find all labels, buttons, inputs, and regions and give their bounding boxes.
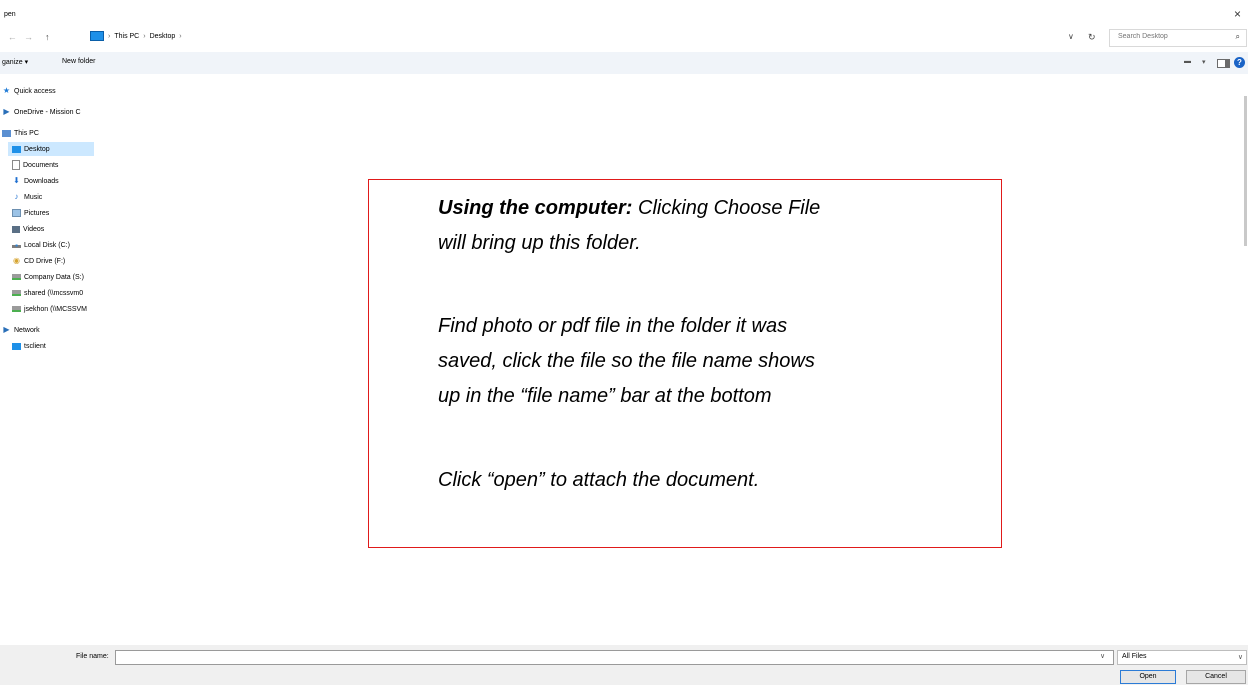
callout-lead: Using the computer: xyxy=(438,197,633,219)
file-type-value: All Files xyxy=(1122,653,1147,660)
desktop-icon xyxy=(12,145,21,153)
bottom-bar: File name: ∨ All Files ∨ Open Cancel xyxy=(0,645,1248,685)
breadcrumb-this-pc[interactable]: This PC xyxy=(114,33,139,40)
sidebar-item-quick-access[interactable]: ★ Quick access xyxy=(2,84,98,98)
sidebar-item-videos[interactable]: Videos xyxy=(12,222,108,236)
sidebar-item-label: Local Disk (C:) xyxy=(24,241,70,249)
forward-icon[interactable]: → xyxy=(24,32,33,42)
sidebar-item-label: Desktop xyxy=(24,145,50,153)
callout-lead-rest: Clicking Choose File xyxy=(632,197,821,219)
sidebar-item-local-disk[interactable]: ▪ Local Disk (C:) xyxy=(12,238,108,252)
cancel-button[interactable]: Cancel xyxy=(1186,670,1246,684)
pc-icon xyxy=(2,129,11,137)
pc-icon xyxy=(90,31,104,41)
sidebar-item-company-data[interactable]: Company Data (S:) xyxy=(12,270,108,284)
callout-p2-line-2: saved, click the file so the file name s… xyxy=(438,350,815,372)
organize-button[interactable]: ganize ▾ xyxy=(2,58,28,66)
sidebar-item-label: Company Data (S:) xyxy=(24,273,84,281)
callout-line-1: Using the computer: Clicking Choose File xyxy=(438,193,998,223)
local-disk-icon: ▪ xyxy=(12,242,21,250)
sidebar-item-label: jsekhon (\\MCSSVM xyxy=(24,305,88,313)
sidebar-item-label: Pictures xyxy=(24,209,50,217)
file-type-select[interactable]: All Files ∨ xyxy=(1117,650,1247,665)
sidebar-item-label: Music xyxy=(24,193,43,201)
pictures-icon xyxy=(12,209,21,217)
sidebar-item-documents[interactable]: Documents xyxy=(12,158,108,172)
music-icon: ♪ xyxy=(14,192,19,201)
sidebar-item-label: shared (\\mcssvm0 xyxy=(24,289,84,297)
documents-icon xyxy=(12,160,20,170)
breadcrumb-separator: › xyxy=(108,32,111,40)
sidebar-item-onedrive[interactable]: ▶ OneDrive - Mission C xyxy=(2,105,98,119)
sidebar-item-label: Videos xyxy=(23,225,45,233)
network-drive-icon xyxy=(12,290,21,296)
file-name-dropdown-icon[interactable]: ∨ xyxy=(1100,652,1105,660)
onedrive-icon: ▶ xyxy=(3,107,10,116)
sidebar-item-jsekhon[interactable]: jsekhon (\\MCSSVM xyxy=(12,302,108,316)
downloads-icon: ⬇ xyxy=(13,176,20,185)
tsclient-icon xyxy=(12,342,21,350)
view-dropdown-icon[interactable]: ▾ xyxy=(1202,58,1206,66)
file-name-label: File name: xyxy=(76,653,109,660)
sidebar-item-label: Network xyxy=(14,326,40,334)
sidebar-item-music[interactable]: ♪ Music xyxy=(12,190,108,204)
search-box[interactable]: ⌕ xyxy=(1109,29,1247,47)
scrollbar-thumb[interactable] xyxy=(1244,96,1247,246)
command-bar: ganize ▾ New folder ▬ ▾ ? xyxy=(0,52,1248,74)
sidebar-item-label: This PC xyxy=(14,129,39,137)
videos-icon xyxy=(12,225,20,233)
up-icon[interactable]: ↑ xyxy=(45,32,50,42)
sidebar-item-desktop[interactable]: Desktop xyxy=(8,142,94,156)
callout-p2-line-1: Find photo or pdf file in the folder it … xyxy=(438,315,788,337)
new-folder-button[interactable]: New folder xyxy=(62,58,95,65)
sidebar-item-tsclient[interactable]: tsclient xyxy=(12,339,108,353)
address-dropdown-icon[interactable]: ∨ xyxy=(1068,32,1074,41)
callout-p3: Click “open” to attach the document. xyxy=(438,469,760,491)
sidebar-item-label: OneDrive - Mission C xyxy=(14,108,81,116)
close-icon[interactable]: × xyxy=(1234,7,1241,21)
cd-drive-icon: ◉ xyxy=(13,256,20,265)
sidebar-item-pictures[interactable]: Pictures xyxy=(12,206,108,220)
star-icon: ★ xyxy=(2,86,11,95)
search-icon[interactable]: ⌕ xyxy=(1236,32,1240,42)
sidebar-item-cd-drive[interactable]: ◉ CD Drive (F:) xyxy=(12,254,108,268)
sidebar-item-network[interactable]: ▶ Network xyxy=(2,323,98,337)
breadcrumb-desktop[interactable]: Desktop xyxy=(150,33,176,40)
sidebar-item-label: Quick access xyxy=(14,87,56,95)
callout-line-2: will bring up this folder. xyxy=(438,232,641,254)
open-button[interactable]: Open xyxy=(1120,670,1176,684)
sidebar-item-label: Downloads xyxy=(24,177,59,185)
breadcrumb-separator[interactable]: › xyxy=(179,33,181,40)
help-icon[interactable]: ? xyxy=(1234,57,1245,68)
refresh-icon[interactable]: ↻ xyxy=(1088,32,1096,43)
sidebar-item-label: tsclient xyxy=(24,342,46,350)
network-icon: ▶ xyxy=(3,325,10,334)
window-title: pen xyxy=(4,11,16,18)
network-drive-icon xyxy=(12,306,21,312)
sidebar-item-downloads[interactable]: ⬇ Downloads xyxy=(12,174,108,188)
breadcrumb: › This PC › Desktop › xyxy=(90,31,182,41)
navigation-pane: ★ Quick access ▶ OneDrive - Mission C Th… xyxy=(0,80,100,645)
breadcrumb-separator: › xyxy=(143,32,146,40)
callout-p2-line-3: up in the “file name” bar at the bottom xyxy=(438,385,772,407)
search-input[interactable] xyxy=(1116,32,1220,41)
instruction-callout: Using the computer: Clicking Choose File… xyxy=(368,179,1002,548)
back-icon[interactable]: → xyxy=(8,32,17,42)
sidebar-item-label: CD Drive (F:) xyxy=(24,257,66,265)
chevron-down-icon: ∨ xyxy=(1237,654,1243,661)
view-options-icon[interactable]: ▬ xyxy=(1184,58,1191,65)
sidebar-item-shared[interactable]: shared (\\mcssvm0 xyxy=(12,286,108,300)
title-bar: pen × xyxy=(0,0,1248,24)
sidebar-item-label: Documents xyxy=(23,161,59,169)
back-arrow: → xyxy=(8,32,17,42)
preview-pane-icon[interactable] xyxy=(1217,59,1230,68)
file-name-field[interactable] xyxy=(115,650,1114,665)
network-drive-icon xyxy=(12,274,21,280)
address-bar: → → ↑ › This PC › Desktop › ∨ ↻ ⌕ xyxy=(0,26,1248,50)
sidebar-item-this-pc[interactable]: This PC xyxy=(2,126,98,140)
